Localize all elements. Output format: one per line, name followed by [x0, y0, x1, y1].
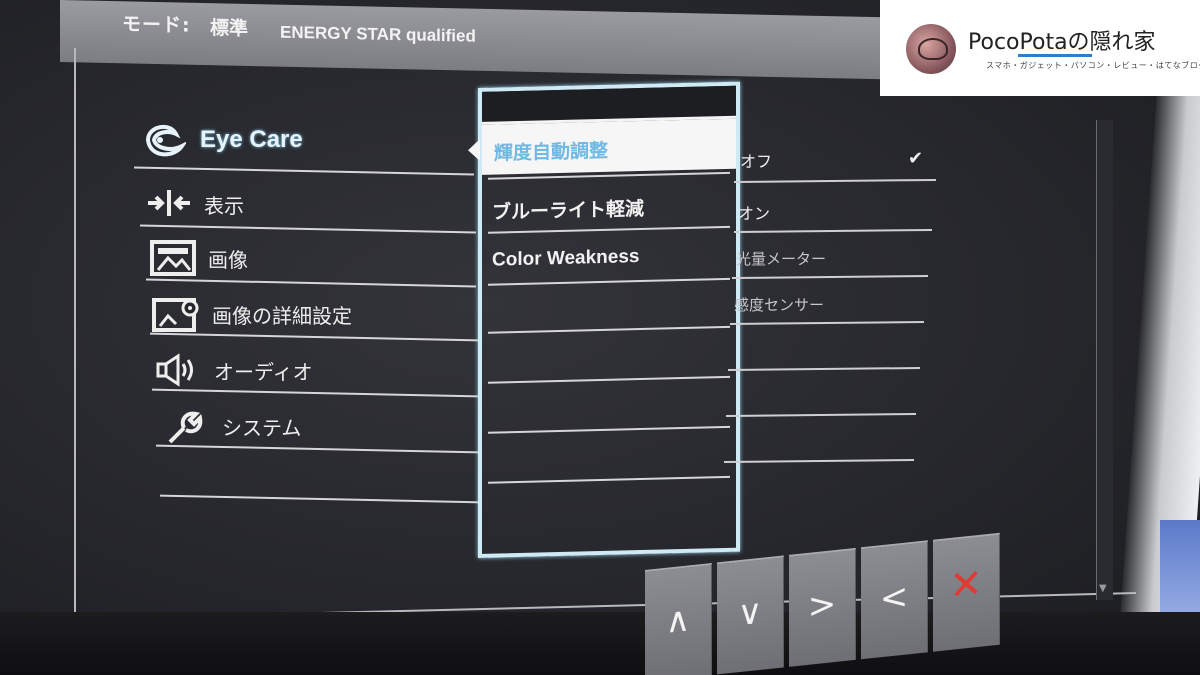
up-icon: ∧: [665, 599, 691, 642]
eye-care-icon: [145, 124, 186, 157]
down-icon: ∨: [737, 591, 763, 635]
menu-label-picture-advanced: 画像の詳細設定: [212, 304, 352, 328]
menu-item-picture-advanced[interactable]: 画像の詳細設定: [152, 296, 482, 336]
osd-scrollbar[interactable]: ▼: [1096, 120, 1113, 600]
picture-icon: [150, 240, 196, 276]
blog-watermark: PocoPotaの隠れ家 スマホ・ガジェット・パソコン・レビュー・はてなブログ: [880, 0, 1200, 96]
submenu-item-low-blue-light[interactable]: ブルーライト軽減: [492, 194, 644, 225]
checkmark-icon: ✔: [908, 148, 924, 169]
blog-avatar: [906, 24, 956, 74]
menu-item-system[interactable]: システム: [164, 408, 484, 448]
up-button[interactable]: ∧: [645, 562, 712, 675]
submenu-divider: [488, 277, 730, 286]
title-underline: [1018, 54, 1092, 57]
menu-label-picture: 画像: [208, 248, 248, 272]
menu-label-audio: オーディオ: [214, 360, 313, 384]
submenu-label-auto-brightness: 輝度自動調整: [494, 139, 609, 165]
blog-subtitle: スマホ・ガジェット・パソコン・レビュー・はてなブログ: [986, 61, 1200, 70]
option-sensitivity-sensor[interactable]: 感度センサー: [734, 294, 824, 315]
option-light-meter[interactable]: 光量メーター: [736, 248, 826, 269]
menu-label-system: システム: [222, 416, 302, 440]
option-on[interactable]: オン: [738, 200, 770, 224]
submenu-item-color-weakness[interactable]: Color Weakness: [492, 246, 639, 272]
submenu-divider: [488, 375, 730, 384]
menu-item-picture[interactable]: 画像: [150, 240, 470, 280]
right-button[interactable]: >: [789, 547, 856, 667]
scroll-down-icon[interactable]: ▼: [1099, 583, 1107, 594]
mode-label: モード:: [122, 13, 191, 37]
eye-care-submenu: 輝度自動調整 ブルーライト軽減 Color Weakness: [468, 81, 740, 558]
submenu-item-auto-brightness[interactable]: 輝度自動調整: [468, 118, 736, 175]
close-button[interactable]: ✕: [933, 532, 1000, 652]
submenu-divider: [488, 475, 730, 484]
menu-item-eye-care[interactable]: Eye Care: [138, 118, 458, 162]
blog-title: PocoPotaの隠れ家: [968, 30, 1156, 55]
menu-item-display[interactable]: 表示: [146, 186, 466, 226]
picture-settings-icon: [152, 298, 199, 332]
wrench-icon: [168, 411, 203, 444]
monitor-bezel: [0, 612, 1200, 675]
right-icon: >: [807, 583, 837, 627]
left-button[interactable]: <: [861, 540, 928, 660]
menu-label-display: 表示: [204, 194, 244, 218]
close-icon: ✕: [949, 560, 983, 611]
monitor-osd-photo: モード: 標準 ENERGY STAR qualified ▼ Eye Care…: [0, 0, 1200, 675]
left-icon: <: [879, 576, 909, 620]
mode-value: 標準: [210, 17, 249, 40]
display-arrows-icon: [148, 190, 190, 216]
submenu-divider: [488, 425, 730, 434]
option-off[interactable]: オフ: [740, 148, 772, 172]
submenu-divider: [488, 325, 730, 334]
down-button[interactable]: ∨: [717, 555, 784, 675]
speaker-icon: [156, 353, 193, 387]
menu-item-audio[interactable]: オーディオ: [156, 352, 476, 392]
menu-label-eye-care: Eye Care: [200, 126, 303, 153]
selection-caret-icon: [468, 138, 480, 162]
submenu-divider: [488, 225, 730, 234]
